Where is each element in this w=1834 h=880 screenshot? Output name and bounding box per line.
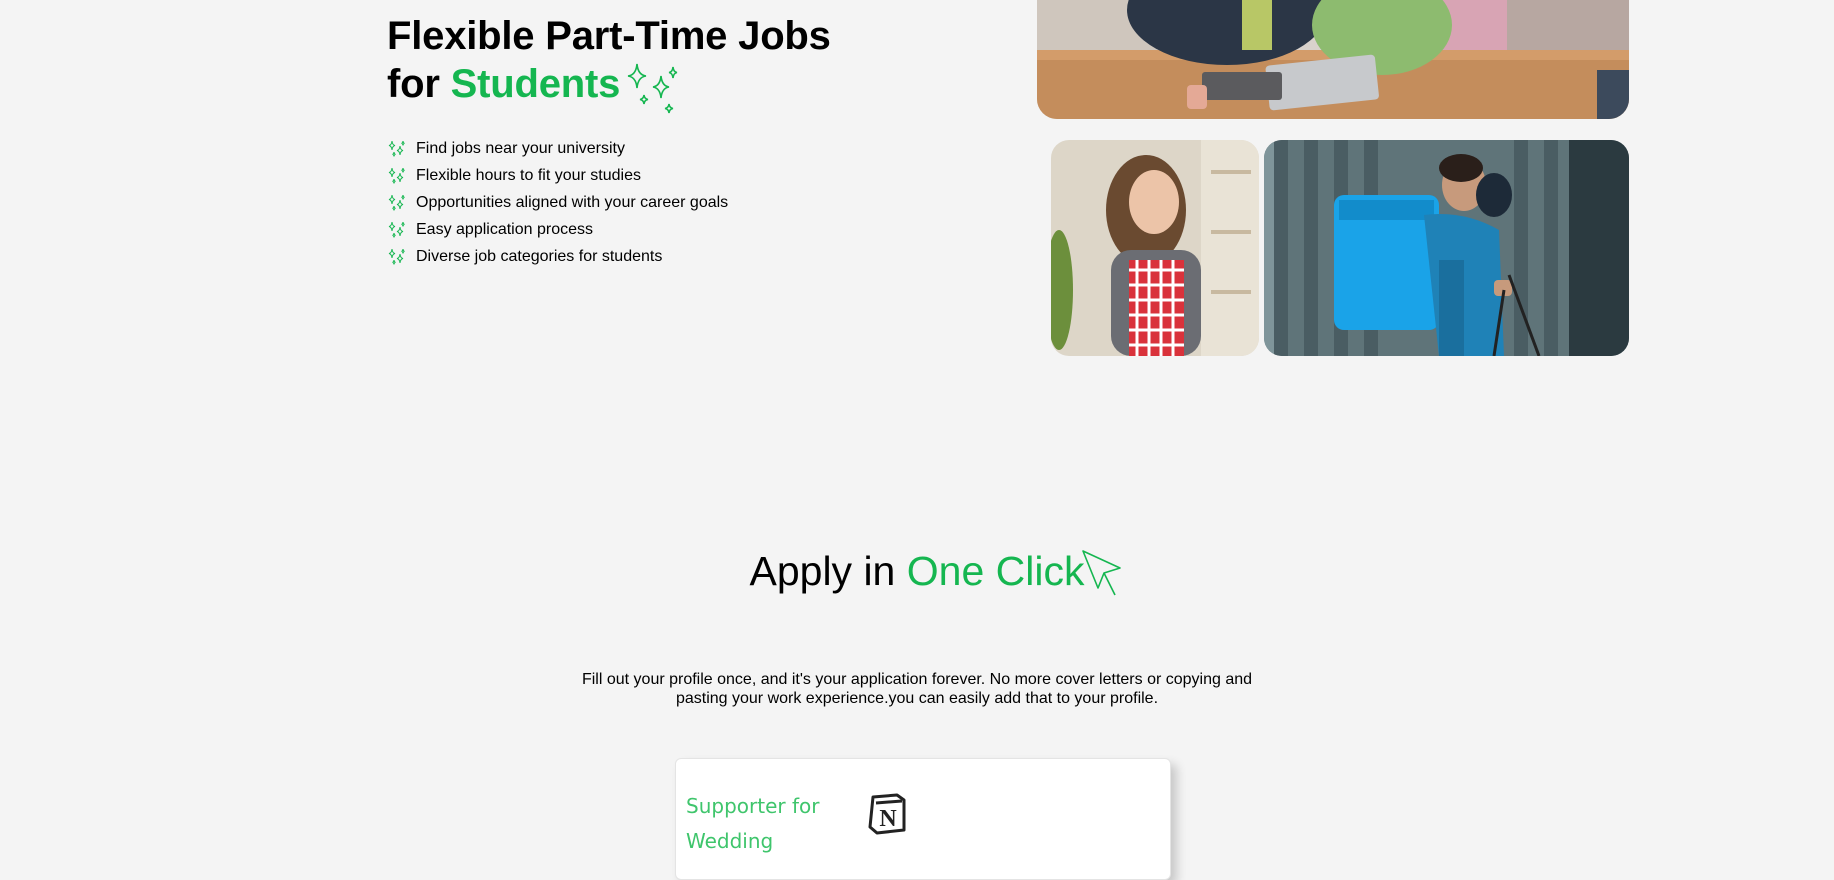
hero-title-line1: Flexible Part-Time Jobs [387,14,831,58]
hero-title-highlight: Students [450,62,621,106]
sparkles-icon [625,62,680,123]
hero-title: Flexible Part-Time Jobs for Students [387,12,831,108]
hero-title-for: for [387,62,440,106]
apply-description-line2: pasting your work experience.you can eas… [675,690,1159,707]
sparkle-bullet-icon [388,194,406,219]
job-title-line1: Supporter for [686,794,820,818]
job-title-line2: Wedding [686,829,774,853]
sparkle-bullet-icon [388,167,406,192]
svg-text:N: N [879,806,897,832]
feature-text: Diverse job categories for students [416,248,663,265]
students-meeting-photo [1037,0,1629,119]
feature-item: Diverse job categories for students [388,245,728,272]
feature-text: Flexible hours to fit your studies [416,167,641,184]
feature-item: Opportunities aligned with your career g… [388,191,728,218]
apply-description-line1: Fill out your profile once, and it's you… [581,671,1253,688]
cursor-arrow-icon [1080,548,1124,603]
notion-logo-icon: N [867,793,907,840]
waitress-apron-photo [1051,140,1259,356]
apply-title-prefix: Apply in [749,548,896,594]
sparkle-bullet-icon [388,221,406,246]
feature-item: Flexible hours to fit your studies [388,164,728,191]
feature-text: Find jobs near your university [416,140,625,157]
job-card[interactable]: Supporter for Wedding N [675,758,1171,880]
delivery-courier-photo [1264,140,1629,356]
feature-list: Find jobs near your university Flexible … [388,137,728,272]
feature-item: Easy application process [388,218,728,245]
feature-item: Find jobs near your university [388,137,728,164]
feature-text: Opportunities aligned with your career g… [416,194,729,211]
feature-text: Easy application process [416,221,593,238]
apply-title: Apply in One Click [0,545,1834,597]
apply-title-highlight: One Click [906,548,1085,594]
sparkle-bullet-icon [388,248,406,273]
sparkle-bullet-icon [388,140,406,165]
apply-description: Fill out your profile once, and it's you… [0,670,1834,708]
